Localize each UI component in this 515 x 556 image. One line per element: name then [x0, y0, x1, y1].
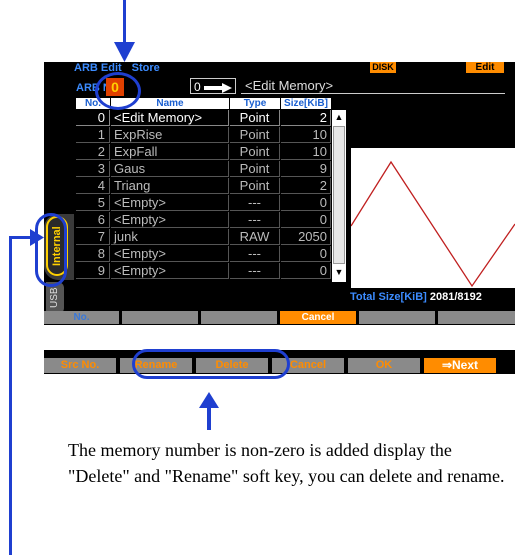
right-arrow-icon	[204, 82, 233, 93]
row-type: Point	[230, 110, 280, 126]
destination-name: <Edit Memory>	[241, 78, 505, 94]
row-name: ExpFall	[111, 144, 229, 160]
waveform-preview	[351, 148, 515, 288]
row-no: 6	[76, 212, 110, 228]
row-type: ---	[230, 246, 280, 262]
column-header-type: Type	[230, 98, 280, 109]
arb-no-highlight-ring	[95, 72, 141, 110]
softkey-next[interactable]: ⇒Next	[424, 358, 496, 373]
softkey-bar-1: No. Cancel	[44, 311, 515, 324]
row-type: Point	[230, 178, 280, 194]
left-bracket-vertical	[9, 237, 12, 555]
row-size: 10	[281, 127, 331, 143]
row-name: Triang	[111, 178, 229, 194]
row-type: Point	[230, 161, 280, 177]
row-no: 8	[76, 246, 110, 262]
row-size: 0	[281, 195, 331, 211]
table-row[interactable]: 3 Gaus Point 9	[76, 161, 348, 177]
table-row[interactable]: 9 <Empty> --- 0	[76, 263, 348, 279]
row-type: ---	[230, 195, 280, 211]
row-name: <Empty>	[111, 195, 229, 211]
destination-number: 0	[194, 80, 201, 94]
softkey-blank-1[interactable]	[122, 311, 198, 324]
column-header-size: Size[KiB]	[281, 98, 331, 109]
softkey-no[interactable]: No.	[44, 311, 119, 324]
destination-arrow-box: 0	[190, 78, 236, 94]
softkey-blank-3[interactable]	[359, 311, 435, 324]
row-name: <Empty>	[111, 212, 229, 228]
softkey-blank-4[interactable]	[438, 311, 515, 324]
row-name: <Empty>	[111, 246, 229, 262]
table-row[interactable]: 2 ExpFall Point 10	[76, 144, 348, 160]
row-type: Point	[230, 127, 280, 143]
table-row[interactable]: 7 junk RAW 2050	[76, 229, 348, 245]
table-row[interactable]: 6 <Empty> --- 0	[76, 212, 348, 228]
triangle-waveform	[351, 160, 515, 288]
row-size: 9	[281, 161, 331, 177]
row-size: 0	[281, 263, 331, 279]
softkey-ok[interactable]: OK	[348, 358, 420, 373]
row-size: 2	[281, 110, 331, 126]
scrollbar-thumb[interactable]	[333, 126, 345, 264]
row-type: Point	[230, 144, 280, 160]
row-size: 2	[281, 178, 331, 194]
bottom-pointer-arrow	[199, 392, 219, 430]
top-pointer-arrowhead	[114, 42, 135, 62]
rename-delete-highlight-ring	[132, 349, 290, 379]
row-no: 5	[76, 195, 110, 211]
scroll-up-arrow-icon[interactable]: ▲	[334, 112, 344, 124]
row-type: ---	[230, 212, 280, 228]
edit-badge: Edit	[466, 62, 504, 73]
explanation-note: The memory number is non-zero is added d…	[68, 440, 505, 486]
total-size-value: 2081/8192	[429, 291, 482, 303]
row-size: 10	[281, 144, 331, 160]
table-row[interactable]: 8 <Empty> --- 0	[76, 246, 348, 262]
row-no: 2	[76, 144, 110, 160]
disk-badge: DISK	[370, 62, 396, 73]
table-row-selected[interactable]: 0 <Edit Memory> Point 2	[76, 110, 348, 126]
internal-tab-highlight-ring	[35, 213, 67, 287]
row-no: 1	[76, 127, 110, 143]
row-name: junk	[111, 229, 229, 245]
row-no: 0	[76, 110, 110, 126]
top-pointer-line	[123, 0, 126, 46]
table-row[interactable]: 1 ExpRise Point 10	[76, 127, 348, 143]
row-no: 7	[76, 229, 110, 245]
row-no: 4	[76, 178, 110, 194]
row-name: ExpRise	[111, 127, 229, 143]
row-type: RAW	[230, 229, 280, 245]
table-row[interactable]: 5 <Empty> --- 0	[76, 195, 348, 211]
row-type: ---	[230, 263, 280, 279]
total-size-label: Total Size[KiB]	[350, 291, 427, 303]
table-row[interactable]: 4 Triang Point 2	[76, 178, 348, 194]
softkey-src-no[interactable]: Src No.	[44, 358, 116, 373]
row-name: <Empty>	[111, 263, 229, 279]
row-size: 0	[281, 212, 331, 228]
scroll-down-arrow-icon[interactable]: ▼	[334, 267, 344, 279]
row-no: 9	[76, 263, 110, 279]
row-size: 2050	[281, 229, 331, 245]
row-no: 3	[76, 161, 110, 177]
row-name: <Edit Memory>	[111, 110, 229, 126]
softkey-blank-2[interactable]	[201, 311, 277, 324]
total-size: Total Size[KiB] 2081/8192	[350, 291, 482, 303]
softkey-cancel[interactable]: Cancel	[280, 311, 356, 324]
row-name: Gaus	[111, 161, 229, 177]
row-size: 0	[281, 246, 331, 262]
